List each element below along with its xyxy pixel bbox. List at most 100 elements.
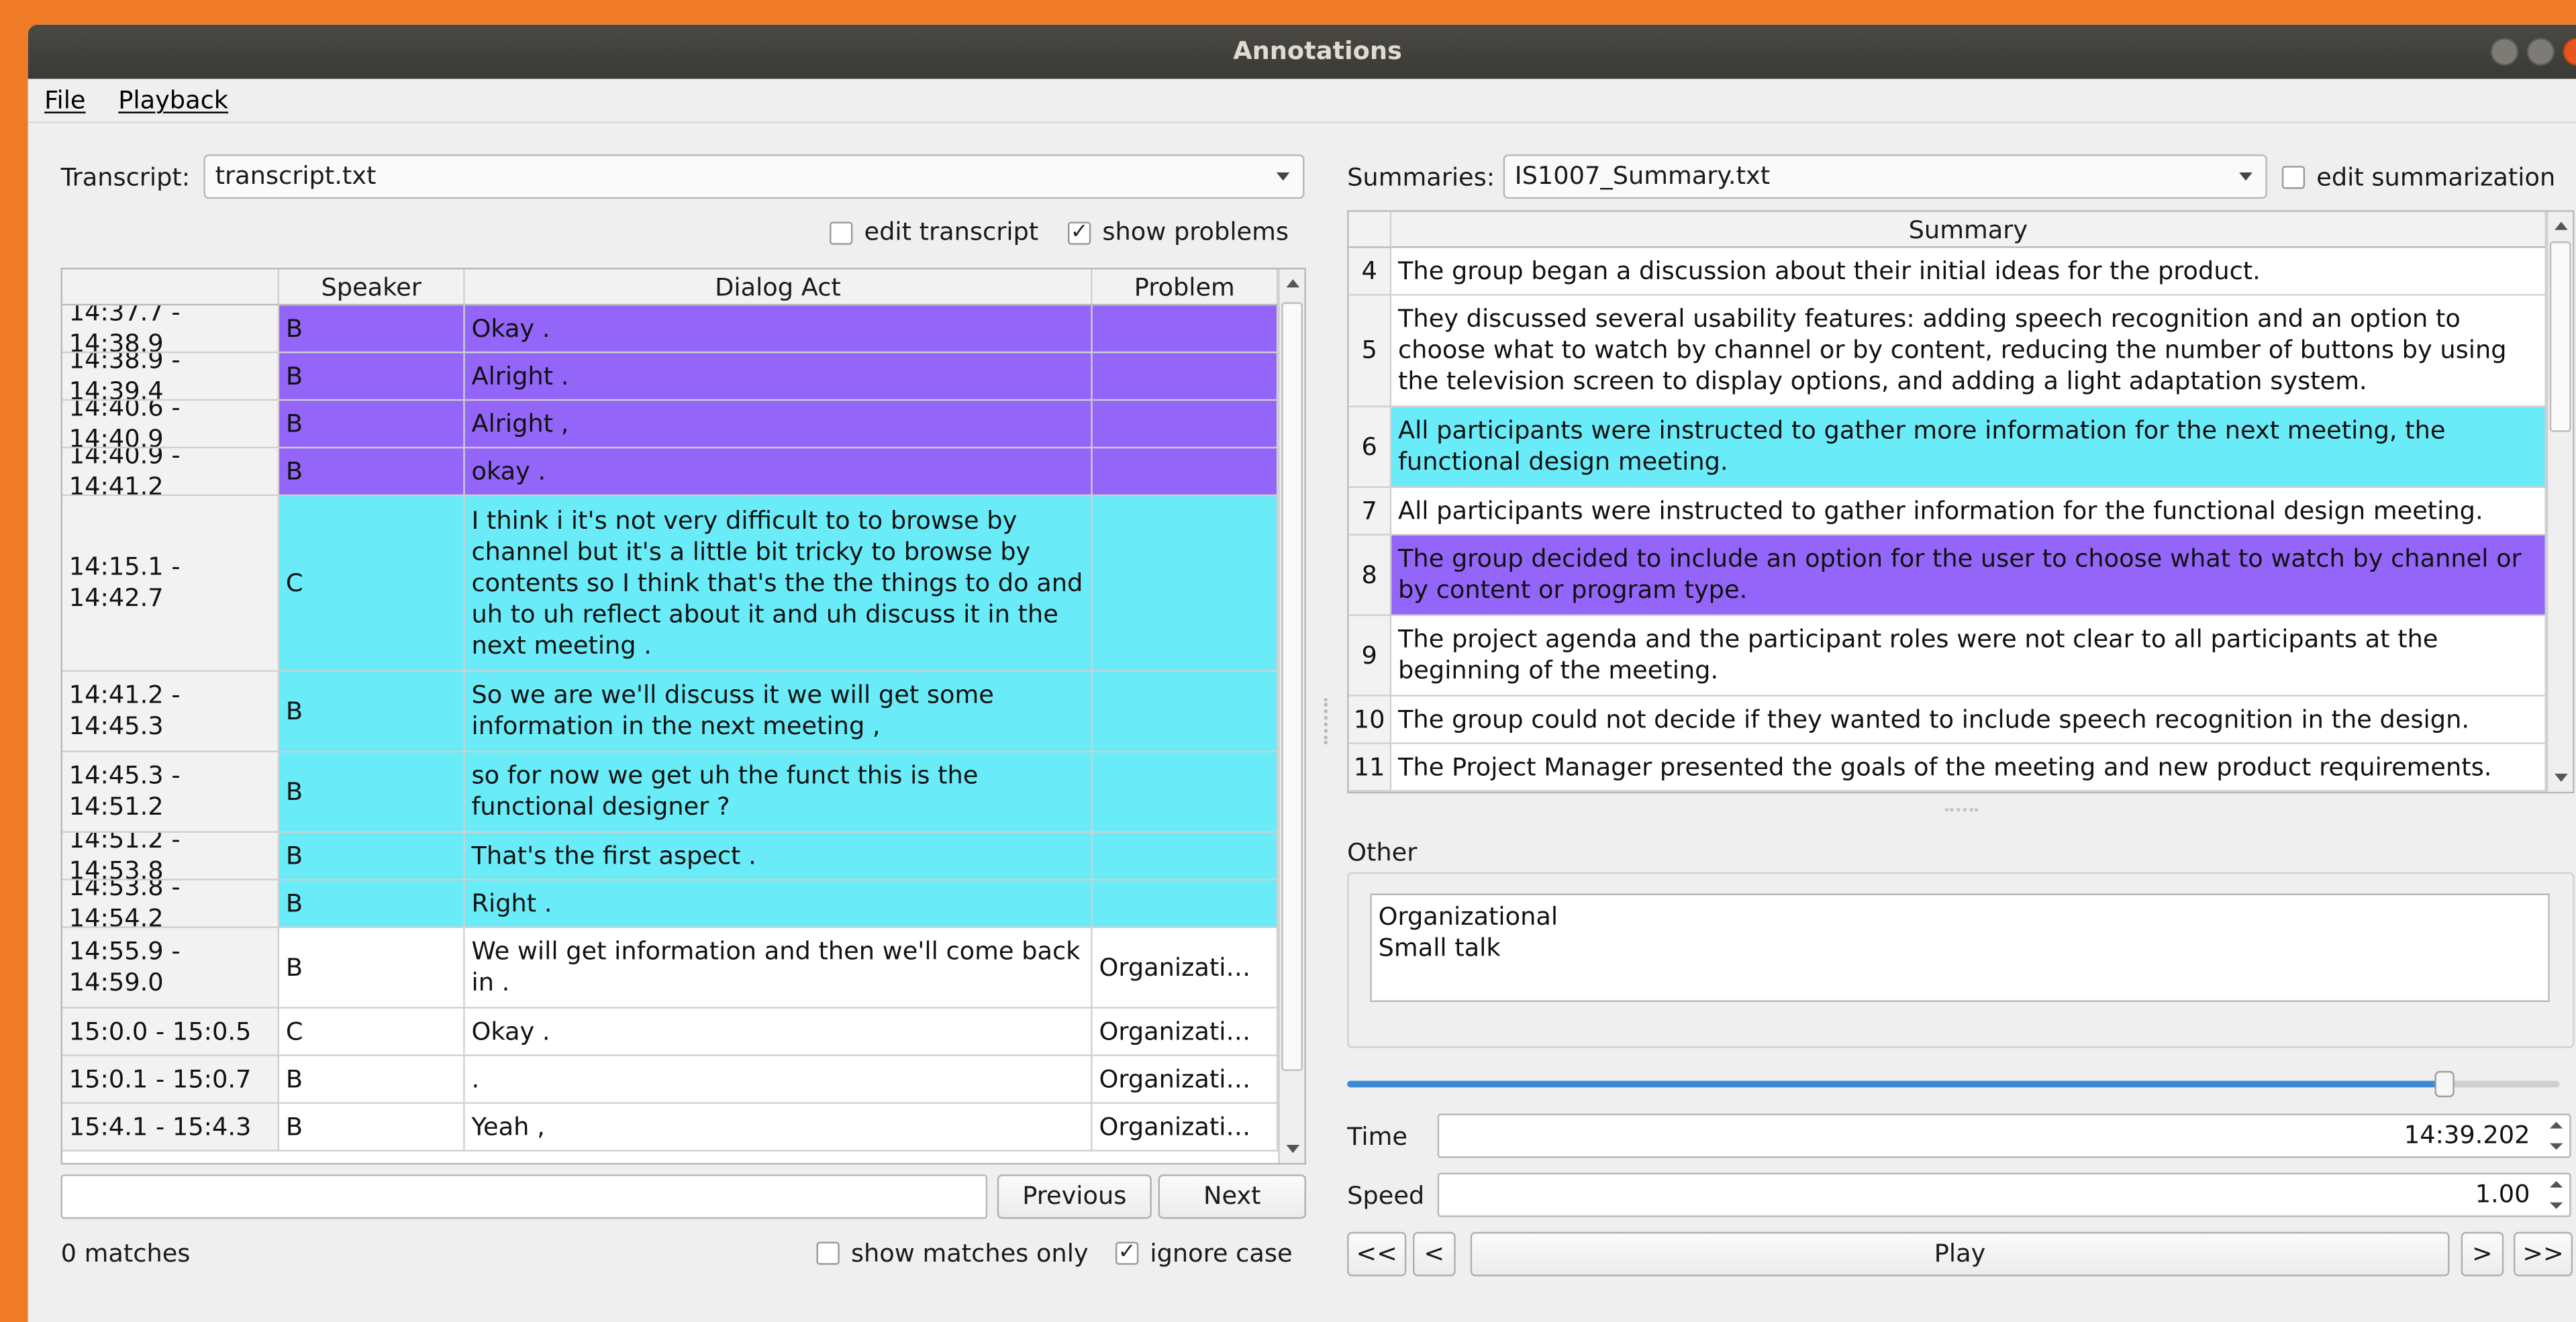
column-header-summary[interactable]: Summary [1391,211,2546,248]
summary-text-cell[interactable]: They discussed several usability feature… [1391,295,2546,408]
menu-playback[interactable]: Playback [118,85,228,115]
speaker-cell[interactable]: C [279,496,465,672]
scroll-up-icon[interactable] [2555,221,2568,230]
show-problems-checkbox[interactable]: ✓ [1068,221,1091,245]
dialog-act-cell[interactable]: Alright , [464,401,1093,449]
ignore-case-checkbox[interactable]: ✓ [1115,1241,1139,1265]
time-field[interactable]: 14:39.202 [1437,1113,2571,1158]
problem-cell[interactable] [1092,672,1279,753]
dialog-act-cell[interactable]: Okay . [464,305,1093,354]
dialog-act-cell[interactable]: Yeah , [464,1103,1093,1152]
problem-cell[interactable]: Organizati… [1092,927,1279,1009]
time-cell[interactable]: 14:53.8 - 14:54.2 [62,880,280,928]
scroll-down-icon[interactable] [2555,773,2568,782]
rewind-fast-button[interactable]: << [1347,1231,1407,1276]
problem-cell[interactable]: Organizati… [1092,1056,1279,1104]
time-spinner[interactable] [2546,1117,2566,1154]
summary-scrollbar[interactable] [2546,211,2573,792]
menu-file[interactable]: File [44,85,85,115]
scroll-thumb[interactable] [2549,241,2571,432]
time-cell[interactable]: 14:37.7 - 14:38.9 [62,305,280,354]
edit-summarization-checkbox[interactable] [2281,166,2306,189]
summary-text-cell[interactable]: The Project Manager presented the goals … [1391,744,2546,792]
problem-cell[interactable] [1092,305,1279,354]
playback-slider-handle[interactable] [2434,1070,2455,1098]
dialog-act-cell[interactable]: so for now we get uh the funct this is t… [464,752,1093,833]
transcript-file-select[interactable]: transcript.txt [203,154,1305,199]
time-cell[interactable]: 14:38.9 - 14:39.4 [62,353,280,401]
summary-row-number[interactable]: 5 [1348,295,1392,408]
problem-cell[interactable] [1092,496,1279,672]
time-cell[interactable]: 15:0.1 - 15:0.7 [62,1056,280,1104]
time-cell[interactable]: 14:15.1 - 14:42.7 [62,496,280,672]
search-input[interactable] [60,1174,988,1219]
problem-cell[interactable]: Organizati… [1092,1008,1279,1056]
time-cell[interactable]: 14:55.9 - 14:59.0 [62,927,280,1009]
speaker-cell[interactable]: B [279,880,465,928]
scroll-up-icon[interactable] [1286,279,1300,288]
dialog-act-cell[interactable]: That's the first aspect . [464,832,1093,880]
dialog-act-cell[interactable]: okay . [464,448,1093,497]
summary-text-cell[interactable]: All participants were instructed to gath… [1391,487,2546,536]
speaker-cell[interactable]: B [279,305,465,354]
problem-cell[interactable] [1092,448,1279,497]
summary-row-number[interactable]: 4 [1348,248,1392,296]
time-cell[interactable]: 15:4.1 - 15:4.3 [62,1103,280,1152]
speaker-cell[interactable]: B [279,1103,465,1152]
speaker-cell[interactable]: B [279,353,465,401]
problem-cell[interactable] [1092,401,1279,449]
scroll-down-icon[interactable] [1286,1145,1300,1154]
summary-text-cell[interactable]: All participants were instructed to gath… [1391,407,2546,488]
problem-cell[interactable] [1092,752,1279,833]
summary-row-number[interactable]: 10 [1348,696,1392,744]
time-cell[interactable]: 14:45.3 - 14:51.2 [62,752,280,833]
splitter-handle-horizontal[interactable] [1945,808,1979,812]
time-cell[interactable]: 14:40.6 - 14:40.9 [62,401,280,449]
dialog-act-cell[interactable]: We will get information and then we'll c… [464,927,1093,1009]
dialog-act-cell[interactable]: Alright . [464,353,1093,401]
speaker-cell[interactable]: B [279,752,465,833]
scroll-thumb[interactable] [1281,302,1303,1071]
edit-transcript-checkbox[interactable] [830,221,853,245]
summary-row-number[interactable]: 6 [1348,407,1392,488]
column-header-dialog-act[interactable]: Dialog Act [464,269,1093,306]
summary-text-cell[interactable]: The group could not decide if they wante… [1391,696,2546,744]
forward-button[interactable]: > [2461,1231,2504,1276]
time-cell[interactable]: 14:40.9 - 14:41.2 [62,448,280,497]
time-cell[interactable]: 15:0.0 - 15:0.5 [62,1008,280,1056]
speaker-cell[interactable]: B [279,672,465,753]
problem-cell[interactable] [1092,880,1279,928]
speed-spinner[interactable] [2546,1176,2566,1214]
next-button[interactable]: Next [1158,1174,1306,1219]
rewind-button[interactable]: < [1413,1231,1456,1276]
summary-text-cell[interactable]: The project agenda and the participant r… [1391,615,2546,697]
summary-row-number[interactable]: 8 [1348,535,1392,616]
problem-cell[interactable]: Organizati… [1092,1103,1279,1152]
speaker-cell[interactable]: B [279,401,465,449]
transcript-scrollbar[interactable] [1278,269,1305,1163]
dialog-act-cell[interactable]: Right . [464,880,1093,928]
problem-cell[interactable] [1092,353,1279,401]
minimize-icon[interactable] [2490,38,2519,66]
time-cell[interactable]: 14:41.2 - 14:45.3 [62,672,280,753]
dialog-act-cell[interactable]: Okay . [464,1008,1093,1056]
forward-fast-button[interactable]: >> [2513,1231,2573,1276]
summary-row-number[interactable]: 9 [1348,615,1392,697]
dialog-act-cell[interactable]: . [464,1056,1093,1104]
summaries-file-select[interactable]: IS1007_Summary.txt [1503,154,2267,199]
speaker-cell[interactable]: B [279,448,465,497]
show-matches-only-checkbox[interactable] [816,1241,840,1265]
column-header-problem[interactable]: Problem [1092,269,1279,306]
other-textarea[interactable]: Organizational Small talk [1370,893,2550,1003]
previous-button[interactable]: Previous [997,1174,1152,1219]
speed-field[interactable]: 1.00 [1437,1172,2571,1217]
speaker-cell[interactable]: C [279,1008,465,1056]
summary-text-cell[interactable]: The group began a discussion about their… [1391,248,2546,296]
problem-cell[interactable] [1092,832,1279,880]
speaker-cell[interactable]: B [279,832,465,880]
time-cell[interactable]: 14:51.2 - 14:53.8 [62,832,280,880]
playback-slider[interactable] [1347,1070,2560,1098]
splitter-handle[interactable] [1324,698,1331,744]
summary-row-number[interactable]: 11 [1348,744,1392,792]
maximize-icon[interactable] [2526,38,2555,66]
